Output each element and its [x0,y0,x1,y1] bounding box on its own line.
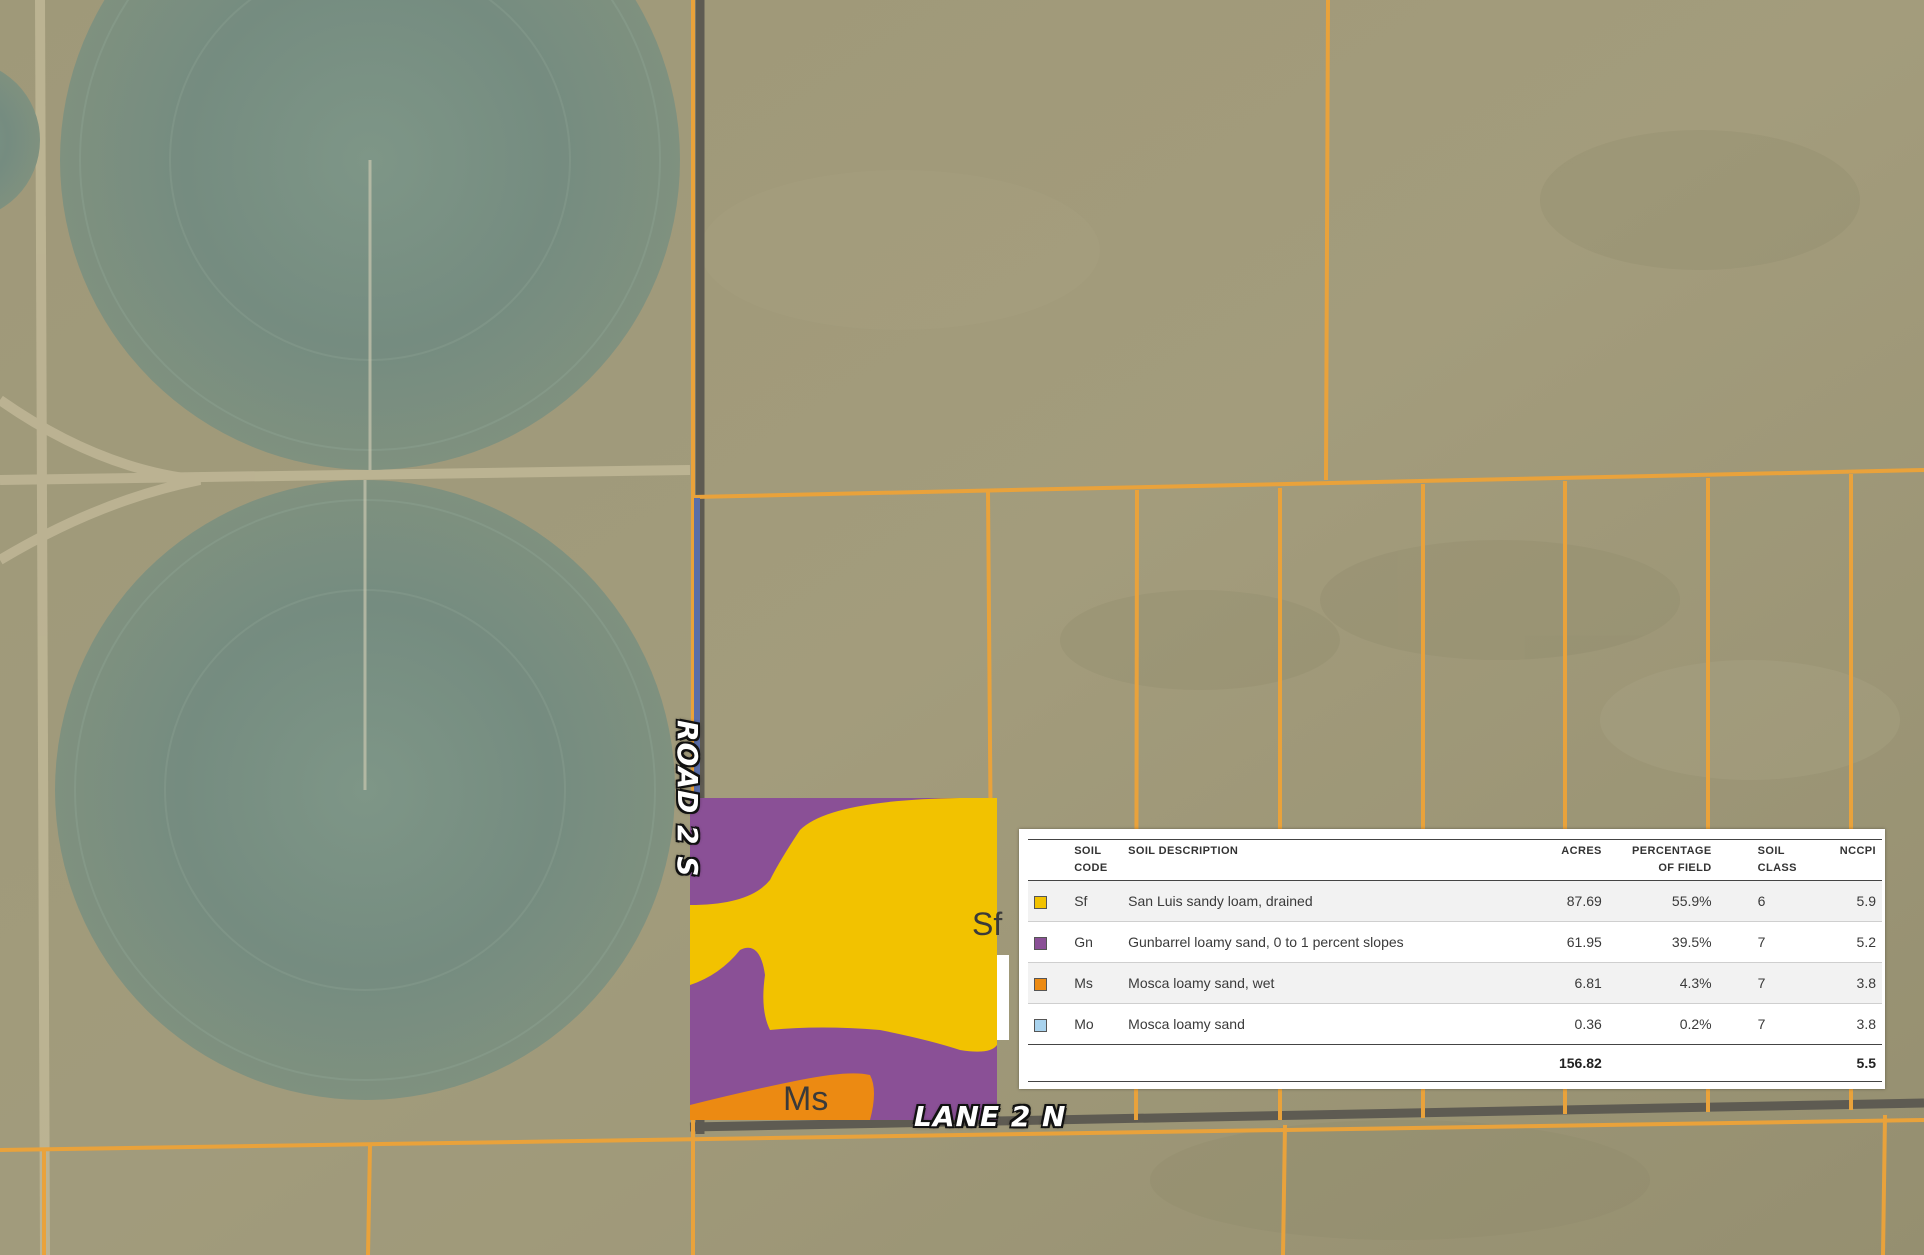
table-header-row: SOIL CODE SOIL DESCRIPTION ACRES PERCENT… [1028,839,1882,881]
table-row: Ms Mosca loamy sand, wet 6.81 4.3% 7 3.8 [1028,962,1882,1004]
legend-swatch [1034,895,1047,909]
legend-swatch [1034,1018,1047,1032]
acres: 0.36 [1526,1003,1608,1045]
acres: 61.95 [1526,921,1608,963]
acres: 6.81 [1526,962,1608,1004]
col-header-soil-code: SOIL CODE [1068,839,1123,881]
acres: 87.69 [1526,880,1608,922]
nccpi: 5.9 [1821,880,1882,922]
legend-swatch-cell [1028,1003,1069,1045]
soil-description: Gunbarrel loamy sand, 0 to 1 percent slo… [1122,921,1527,963]
totals-empty-cell [1717,1044,1822,1082]
percentage: 4.3% [1607,962,1718,1004]
soil-summary-table: SOIL CODE SOIL DESCRIPTION ACRES PERCENT… [1028,839,1882,1082]
col-header-acres: ACRES [1526,839,1608,881]
total-nccpi: 5.5 [1821,1044,1882,1082]
totals-empty-cell [1068,1044,1123,1082]
soil-label-ms: Ms [783,1080,828,1118]
table-row: Sf San Luis sandy loam, drained 87.69 55… [1028,880,1882,922]
legend-swatch [1034,977,1047,991]
legend-swatch [1034,936,1047,950]
soil-class: 7 [1717,921,1822,963]
table-row: Mo Mosca loamy sand 0.36 0.2% 7 3.8 [1028,1003,1882,1045]
soil-class: 7 [1717,962,1822,1004]
col-header-percentage: PERCENTAGE OF FIELD [1607,839,1718,881]
road-label-horizontal: LANE 2 N [914,1100,1067,1133]
soil-description: Mosca loamy sand [1122,1003,1527,1045]
soil-class: 7 [1717,1003,1822,1045]
col-header-soil-description: SOIL DESCRIPTION [1122,839,1527,881]
legend-swatch-cell [1028,921,1069,963]
percentage: 55.9% [1607,880,1718,922]
swatch-column-header [1028,839,1069,881]
percentage: 0.2% [1607,1003,1718,1045]
col-header-nccpi: NCCPI [1821,839,1882,881]
table-row: Gn Gunbarrel loamy sand, 0 to 1 percent … [1028,921,1882,963]
totals-empty-cell [1607,1044,1718,1082]
soil-code: Ms [1068,962,1123,1004]
col-header-soil-class: SOIL CLASS [1717,839,1822,881]
total-acres: 156.82 [1526,1044,1608,1082]
map-notch [997,955,1009,1040]
legend-swatch-cell [1028,880,1069,922]
soil-description: San Luis sandy loam, drained [1122,880,1527,922]
soil-code: Sf [1068,880,1123,922]
soil-code: Gn [1068,921,1123,963]
nccpi: 3.8 [1821,962,1882,1004]
soil-map [690,798,997,1120]
soil-class: 6 [1717,880,1822,922]
soil-description: Mosca loamy sand, wet [1122,962,1527,1004]
road-label-vertical: ROAD 2 S [671,720,704,878]
totals-empty-cell [1122,1044,1527,1082]
totals-empty-cell [1028,1044,1069,1082]
soil-label-sf: Sf [972,906,1002,942]
nccpi: 3.8 [1821,1003,1882,1045]
legend-swatch-cell [1028,962,1069,1004]
soil-code: Mo [1068,1003,1123,1045]
percentage: 39.5% [1607,921,1718,963]
soil-summary-table-panel: SOIL CODE SOIL DESCRIPTION ACRES PERCENT… [1019,829,1885,1089]
totals-row: 156.82 5.5 [1028,1044,1882,1082]
nccpi: 5.2 [1821,921,1882,963]
